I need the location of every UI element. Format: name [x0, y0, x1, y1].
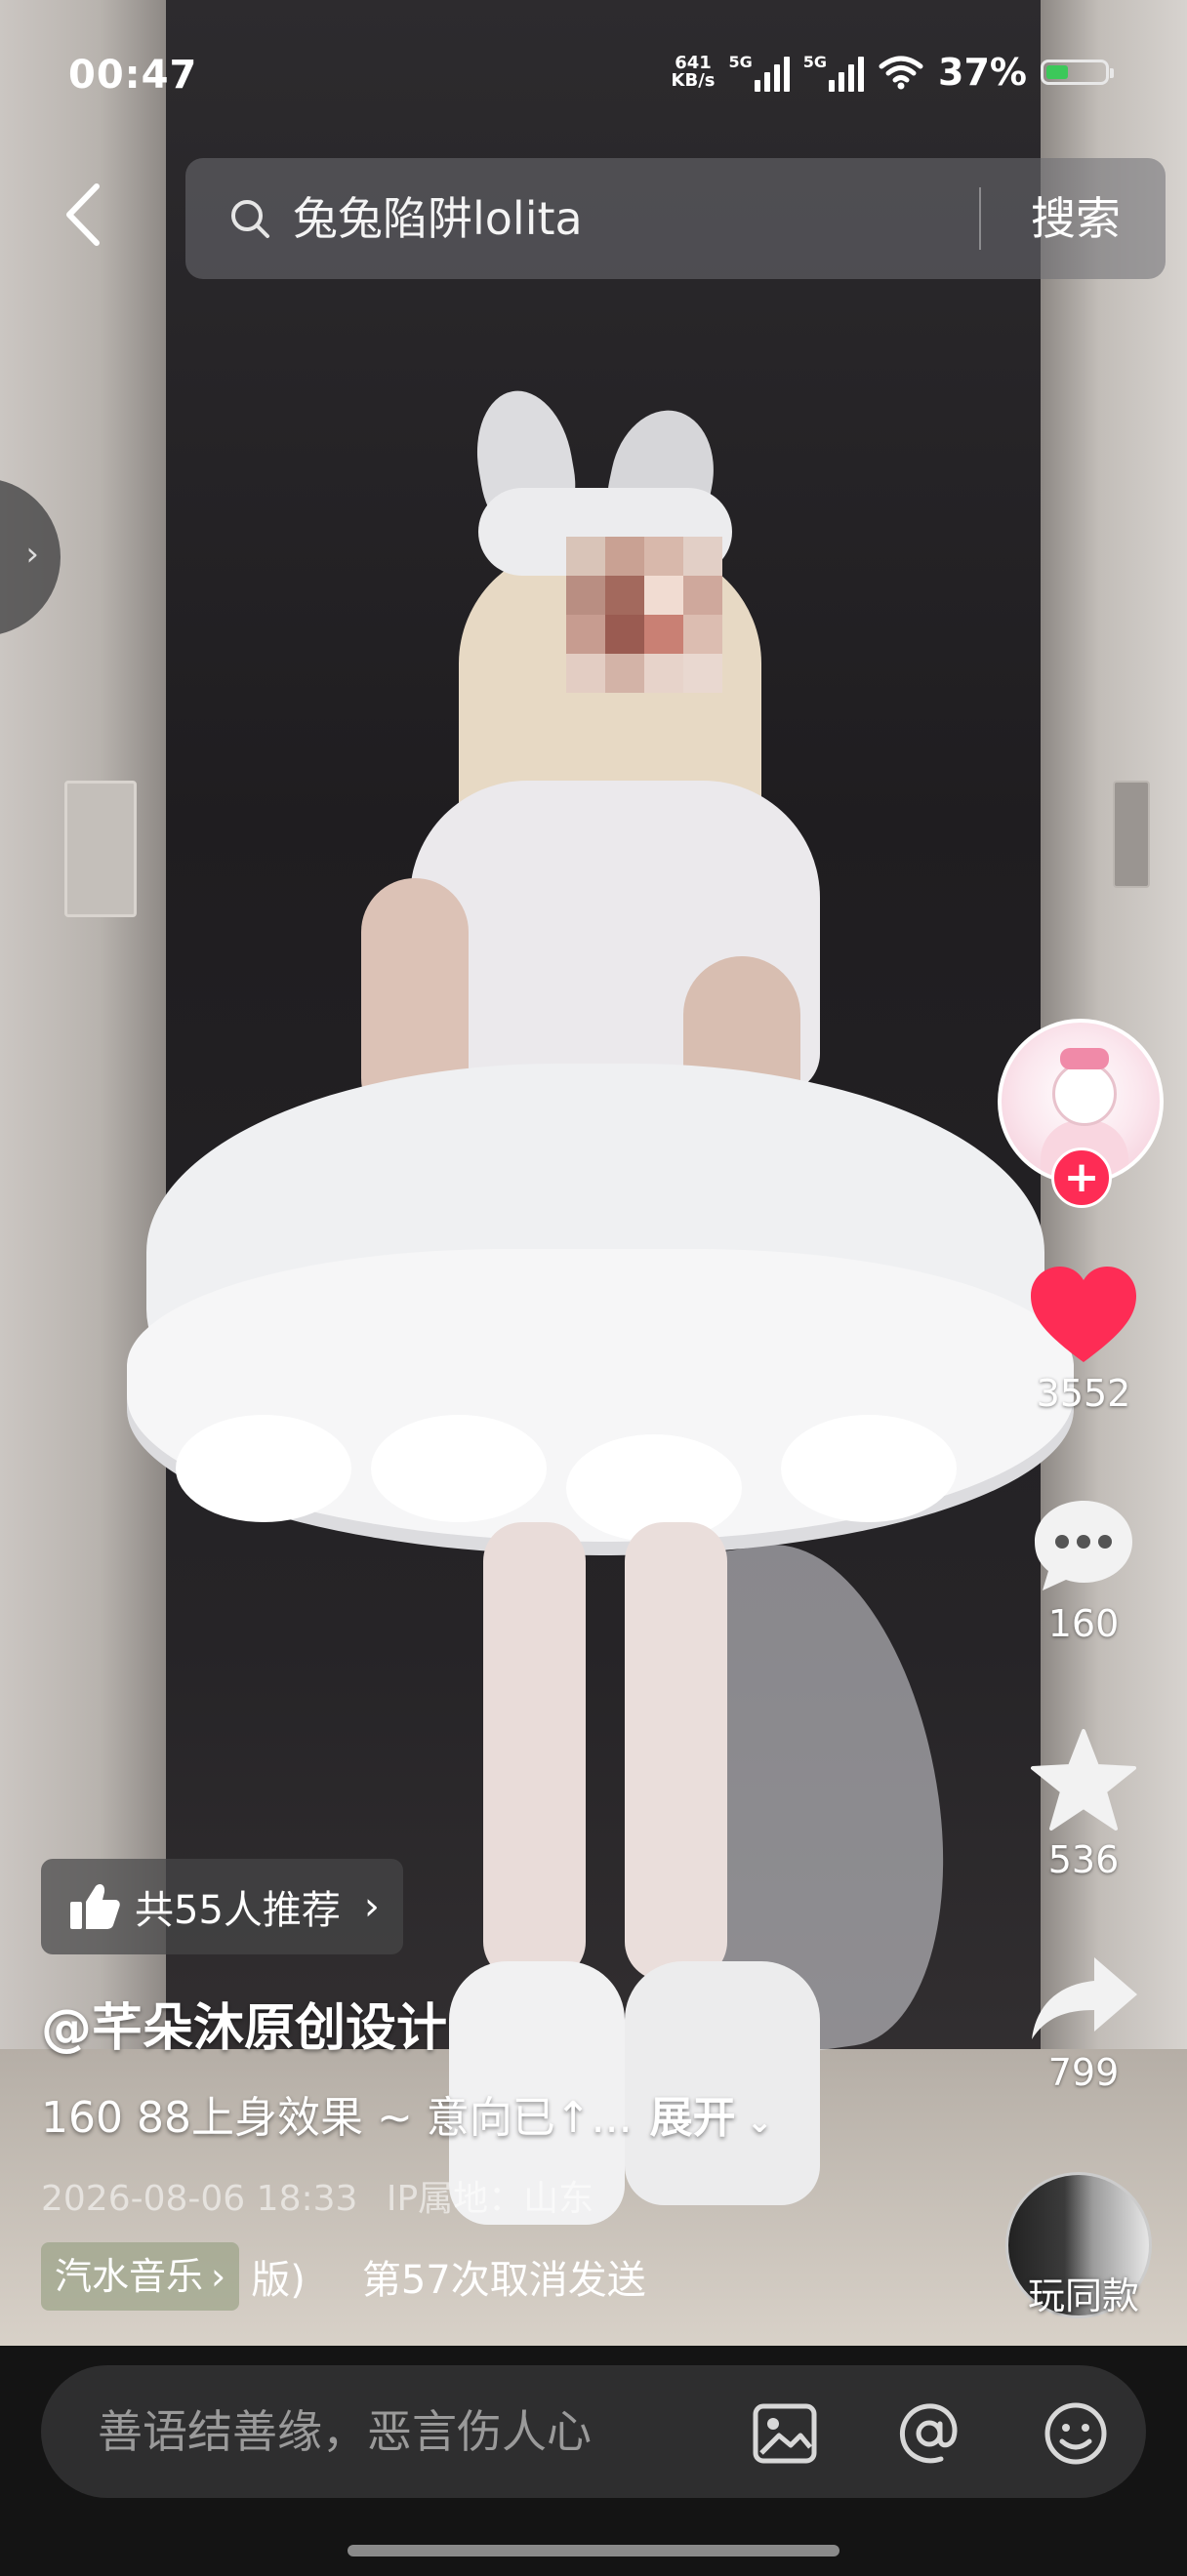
- like-count: 3552: [1036, 1372, 1131, 1415]
- share-arrow-icon: [1032, 1957, 1137, 2039]
- status-bar: 00:47 641 KB/s 5G 5G 37%: [0, 39, 1187, 117]
- emoji-icon[interactable]: [1041, 2398, 1111, 2469]
- search-bar[interactable]: 兔兔陷阱lolita 搜索: [185, 158, 1166, 279]
- ip-location: IP属地：山东: [386, 2179, 594, 2219]
- share-count: 799: [1047, 2051, 1120, 2094]
- star-icon: [1031, 1729, 1136, 1831]
- network-speed: 641 KB/s: [671, 53, 716, 91]
- wifi-icon: [879, 56, 923, 90]
- heart-icon: [1031, 1267, 1136, 1362]
- author-name[interactable]: @芊朵沐原创设计: [41, 1987, 447, 2060]
- favorite-button[interactable]: 536: [1005, 1727, 1162, 1881]
- comment-bar: 善语结善缘，恶言伤人心: [0, 2346, 1187, 2576]
- share-button[interactable]: 799: [1005, 1952, 1162, 2094]
- image-icon[interactable]: [750, 2398, 820, 2469]
- at-icon[interactable]: [894, 2398, 964, 2469]
- post-date: 2026-08-06 18:33: [41, 2179, 358, 2219]
- same-style-button[interactable]: 玩同款: [986, 2266, 1181, 2319]
- chevron-down-icon: ⌄: [735, 2103, 773, 2140]
- home-indicator[interactable]: [348, 2545, 839, 2556]
- recommend-count: 共55人推荐: [135, 1888, 341, 1933]
- caption-text: 160 88上身效果 ~ 意向已↑...: [41, 2093, 633, 2143]
- music-app-tag[interactable]: 汽水音乐 ›: [41, 2242, 240, 2311]
- follow-button[interactable]: +: [1051, 1147, 1112, 1208]
- video-meta: 2026-08-06 18:33 IP属地：山东: [41, 2170, 594, 2221]
- music-fragment: 版): [251, 2258, 306, 2303]
- status-indicators: 641 KB/s 5G 5G 37%: [671, 51, 1114, 94]
- battery-icon: [1041, 60, 1114, 85]
- comment-icon: [1035, 1501, 1132, 1590]
- battery-percent: 37%: [938, 51, 1027, 94]
- signal-icon: 5G: [803, 53, 865, 92]
- chevron-right-icon: ›: [211, 2255, 226, 2298]
- comment-count: 160: [1047, 1602, 1120, 1645]
- music-row[interactable]: 汽水音乐 › 版) 第57次取消发送: [41, 2242, 646, 2311]
- back-arrow-icon: [66, 183, 100, 246]
- search-input[interactable]: 兔兔陷阱lolita: [293, 187, 957, 250]
- video-feed-screen: 00:47 641 KB/s 5G 5G 37% 兔兔陷阱lolita 搜索 ›…: [0, 0, 1187, 2576]
- favorite-count: 536: [1047, 1838, 1120, 1881]
- pixelated-face: [547, 517, 742, 742]
- music-title: 第57次取消发送: [361, 2258, 646, 2303]
- chevron-right-icon: ›: [363, 1884, 380, 1929]
- like-button[interactable]: 3552: [1005, 1265, 1162, 1415]
- thumbs-up-icon: [70, 1884, 120, 1929]
- comment-input[interactable]: 善语结善缘，恶言伤人心: [41, 2365, 1146, 2498]
- search-icon: [231, 200, 269, 238]
- status-time: 00:47: [68, 53, 198, 98]
- video-caption[interactable]: 160 88上身效果 ~ 意向已↑... 展开 ⌄: [41, 2082, 773, 2145]
- search-button[interactable]: 搜索: [986, 181, 1166, 256]
- expand-button[interactable]: 展开 ⌄: [650, 2093, 773, 2143]
- signal-icon: 5G: [729, 53, 790, 92]
- recommend-pill[interactable]: 共55人推荐 ›: [41, 1859, 403, 1954]
- comment-placeholder: 善语结善缘，恶言伤人心: [98, 2405, 592, 2458]
- comment-button[interactable]: 160: [1005, 1495, 1162, 1645]
- chevron-right-icon: ›: [25, 535, 39, 574]
- back-button[interactable]: [54, 176, 112, 254]
- search-divider: [979, 187, 981, 250]
